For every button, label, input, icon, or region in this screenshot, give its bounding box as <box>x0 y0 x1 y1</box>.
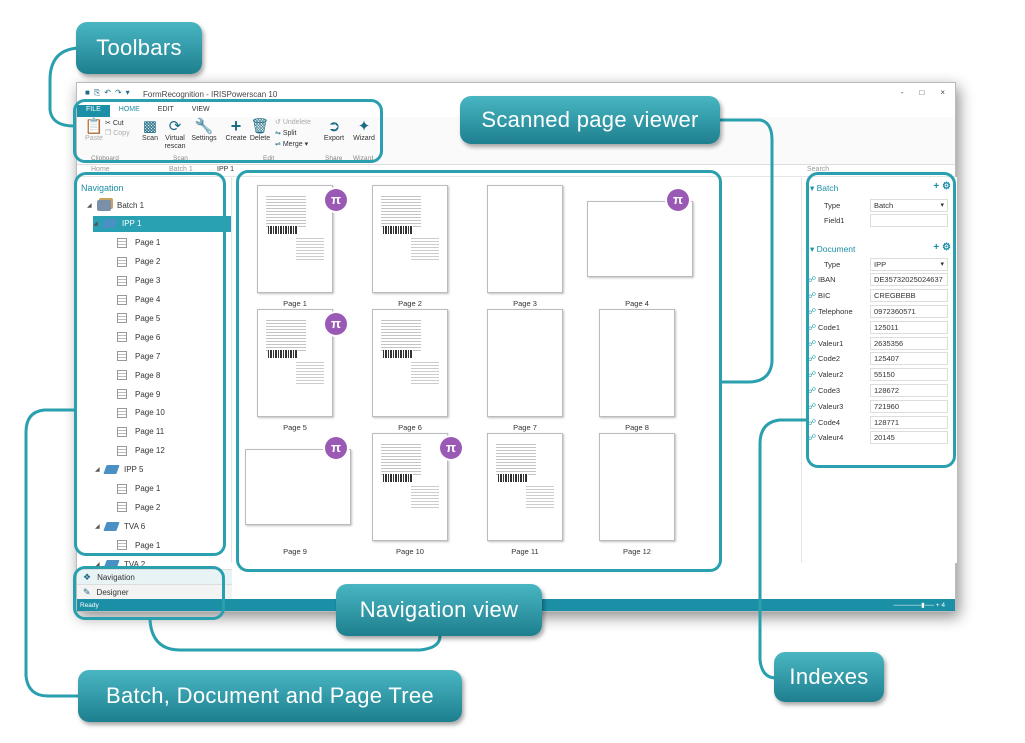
callout-tree: Batch, Document and Page Tree <box>78 670 462 722</box>
callout-indexes: Indexes <box>774 652 884 702</box>
callout-navigation-view: Navigation view <box>336 584 542 636</box>
callout-viewer: Scanned page viewer <box>460 96 720 144</box>
callout-toolbars: Toolbars <box>76 22 202 74</box>
